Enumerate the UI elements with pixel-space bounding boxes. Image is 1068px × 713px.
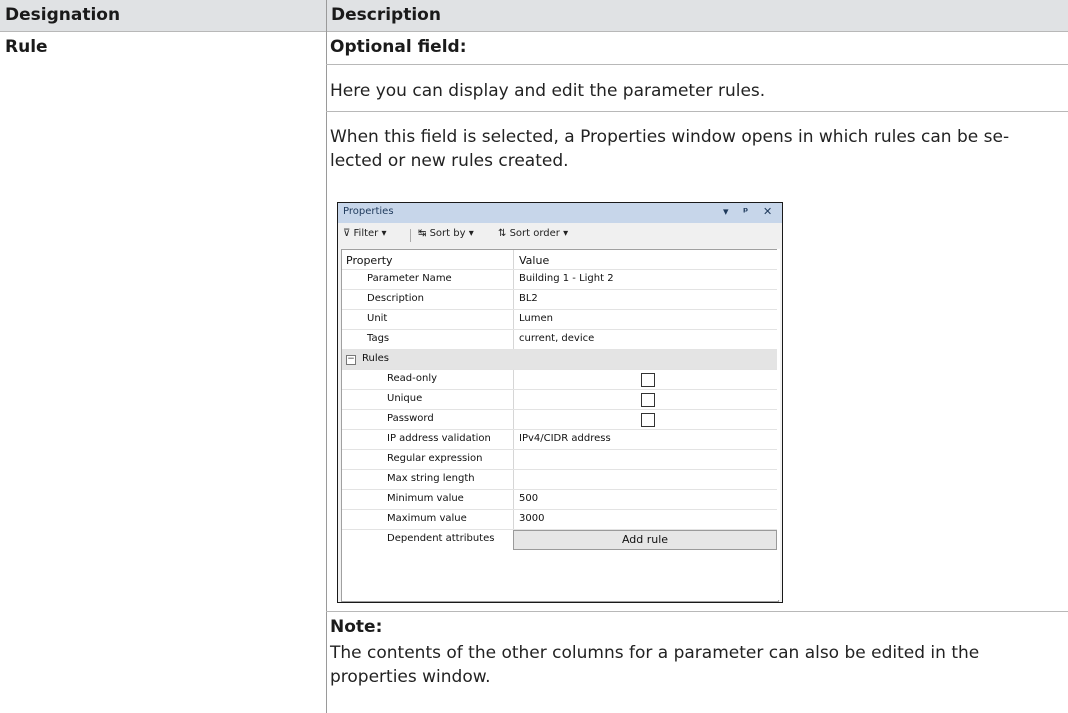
sort-az-icon: ⇅	[498, 228, 507, 239]
rules-group-label: Rules	[362, 353, 389, 364]
grid-row-key: Minimum value	[387, 493, 464, 504]
grid-column-divider	[513, 290, 514, 309]
property-grid: Property Value Parameter Name Building 1…	[341, 249, 779, 602]
header-divider	[0, 31, 1068, 32]
grid-column-divider	[513, 470, 514, 489]
password-checkbox[interactable]	[641, 413, 655, 427]
grid-row[interactable]: Unit Lumen	[342, 310, 778, 330]
cell-divider	[326, 64, 1068, 65]
grid-column-divider	[513, 270, 514, 289]
grid-row-key: Dependent attributes	[387, 533, 495, 544]
sort-by-button[interactable]: ↹ Sort by ▾	[418, 228, 474, 239]
cell-divider	[326, 111, 1068, 112]
grid-column-divider	[513, 430, 514, 449]
grid-header-row: Property Value	[342, 250, 778, 270]
sort-order-label: Sort order	[509, 228, 560, 239]
grid-row-value: Lumen	[519, 313, 553, 324]
designation-header: Designation	[5, 5, 121, 25]
unique-checkbox[interactable]	[641, 393, 655, 407]
grid-row-value: 500	[519, 493, 539, 504]
properties-window: Properties ▾ ᵖ ✕ ⊽ Filter ▾ ↹ Sort by ▾ …	[337, 202, 783, 603]
grid-row-key: Read-only	[387, 373, 438, 384]
grid-row-value: 3000	[519, 513, 545, 524]
rules-group-row[interactable]: − Rules	[342, 350, 778, 370]
description-header: Description	[331, 5, 441, 25]
grid-column-divider	[513, 410, 514, 429]
grid-column-divider	[513, 370, 514, 389]
grid-column-divider	[513, 450, 514, 469]
value-column-header: Value	[519, 254, 550, 267]
grid-row-value: Building 1 - Light 2	[519, 273, 614, 284]
note-label: Note:	[330, 617, 383, 637]
grid-row-value: current, device	[519, 333, 595, 344]
filter-icon: ⊽	[343, 228, 351, 239]
properties-toolbar: ⊽ Filter ▾ ↹ Sort by ▾ ⇅ Sort order ▾	[338, 223, 782, 248]
table-header	[0, 0, 1068, 31]
grid-column-divider	[513, 390, 514, 409]
property-column-header: Property	[346, 254, 393, 267]
grid-row-key: Description	[367, 293, 424, 304]
grid-row[interactable]: Regular expression	[342, 450, 778, 470]
grid-column-divider	[513, 490, 514, 509]
filter-button[interactable]: ⊽ Filter ▾	[343, 228, 387, 239]
sort-by-label: Sort by	[429, 228, 466, 239]
grid-row[interactable]: Tags current, device	[342, 330, 778, 350]
note-text: The contents of the other columns for a …	[330, 643, 980, 687]
grid-row-key: Password	[387, 413, 434, 424]
grid-row[interactable]: Description BL2	[342, 290, 778, 310]
grid-row-value: BL2	[519, 293, 538, 304]
paragraph-properties-window: When this field is selected, a Propertie…	[330, 127, 1010, 171]
grid-row: Dependent attributes Add rule	[342, 530, 778, 550]
grid-row-key: Unique	[387, 393, 423, 404]
pin-icon[interactable]: ᵖ	[743, 205, 748, 218]
column-divider	[326, 0, 327, 713]
grid-row[interactable]: IP address validation IPv4/CIDR address	[342, 430, 778, 450]
grid-row[interactable]: Unique	[342, 390, 778, 410]
chevron-down-icon: ▾	[381, 228, 387, 239]
designation-cell: Rule	[5, 37, 48, 57]
sort-icon: ↹	[418, 228, 427, 239]
sort-order-button[interactable]: ⇅ Sort order ▾	[498, 228, 568, 239]
grid-column-divider	[513, 510, 514, 529]
grid-scroll-edge	[777, 249, 780, 600]
filter-label: Filter	[353, 228, 379, 239]
grid-row-key: Unit	[367, 313, 388, 324]
grid-row-key: Maximum value	[387, 513, 467, 524]
toolbar-separator	[410, 229, 411, 242]
chevron-down-icon: ▾	[563, 228, 569, 239]
paragraph-display-edit: Here you can display and edit the parame…	[330, 81, 766, 101]
chevron-down-icon: ▾	[468, 228, 474, 239]
grid-row-key: Tags	[367, 333, 390, 344]
document-page: Designation Description Rule Optional fi…	[0, 0, 1068, 713]
grid-row[interactable]: Maximum value 3000	[342, 510, 778, 530]
grid-row-key: Max string length	[387, 473, 475, 484]
close-icon[interactable]: ✕	[763, 205, 772, 218]
grid-row-key: IP address validation	[387, 433, 491, 444]
grid-row[interactable]: Read-only	[342, 370, 778, 390]
grid-row[interactable]: Parameter Name Building 1 - Light 2	[342, 270, 778, 290]
optional-label: Optional field:	[330, 37, 467, 57]
add-rule-button[interactable]: Add rule	[513, 530, 777, 550]
grid-row[interactable]: Password	[342, 410, 778, 430]
grid-column-divider	[513, 310, 514, 329]
read-only-checkbox[interactable]	[641, 373, 655, 387]
grid-row-key: Parameter Name	[367, 273, 452, 284]
grid-row[interactable]: Minimum value 500	[342, 490, 778, 510]
grid-row-key: Regular expression	[387, 453, 483, 464]
grid-column-divider	[513, 250, 514, 269]
grid-row-value: IPv4/CIDR address	[519, 433, 611, 444]
grid-column-divider	[513, 330, 514, 349]
collapse-icon[interactable]: −	[346, 355, 356, 365]
properties-title: Properties	[343, 206, 394, 217]
grid-row[interactable]: Max string length	[342, 470, 778, 490]
cell-divider	[326, 611, 1068, 612]
properties-title-bar: Properties ▾ ᵖ ✕	[338, 203, 782, 223]
dropdown-arrow-icon[interactable]: ▾	[723, 205, 729, 218]
